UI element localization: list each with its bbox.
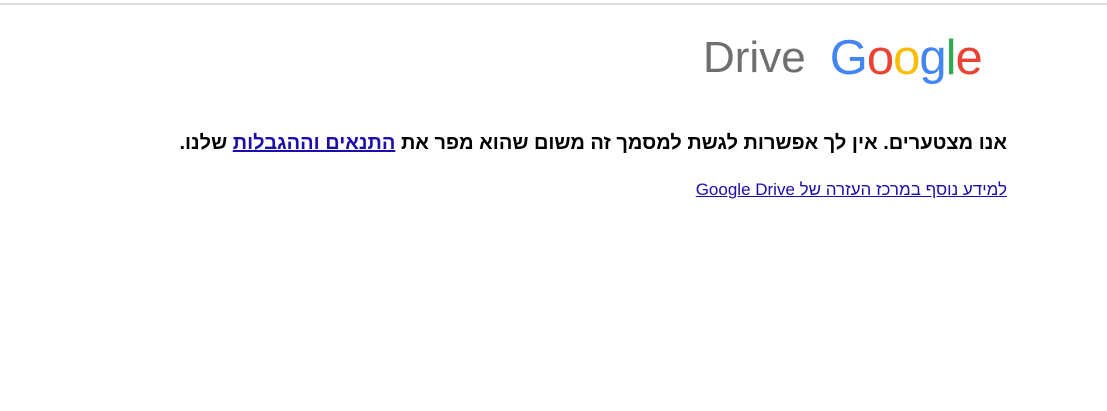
page: Drive Google אנו מצטערים. אין לך אפשרות … xyxy=(0,0,1107,411)
terms-link[interactable]: התנאים וההגבלות xyxy=(233,132,396,154)
error-message-end: שלנו. xyxy=(179,132,233,154)
google-letter: l xyxy=(945,30,957,85)
error-content: אנו מצטערים. אין לך אפשרות לגשת למסמך זה… xyxy=(90,126,1007,202)
google-letter: G xyxy=(829,30,868,85)
error-message-start: אנו מצטערים. אין לך אפשרות לגשת למסמך זה… xyxy=(395,132,1007,154)
google-letter: o xyxy=(866,30,894,85)
google-letter: e xyxy=(955,30,983,85)
logo-product-name: Drive xyxy=(703,33,806,82)
top-divider xyxy=(0,3,1107,5)
google-wordmark: Google xyxy=(829,30,983,85)
google-letter: g xyxy=(919,30,946,85)
google-drive-logo: Drive Google xyxy=(703,28,983,88)
help-section: למידע נוסף במרכז העזרה של Google Drive xyxy=(90,178,1007,202)
google-letter: o xyxy=(893,30,920,85)
help-center-link[interactable]: למידע נוסף במרכז העזרה של Google Drive xyxy=(696,180,1007,199)
error-message: אנו מצטערים. אין לך אפשרות לגשת למסמך זה… xyxy=(90,126,1007,160)
